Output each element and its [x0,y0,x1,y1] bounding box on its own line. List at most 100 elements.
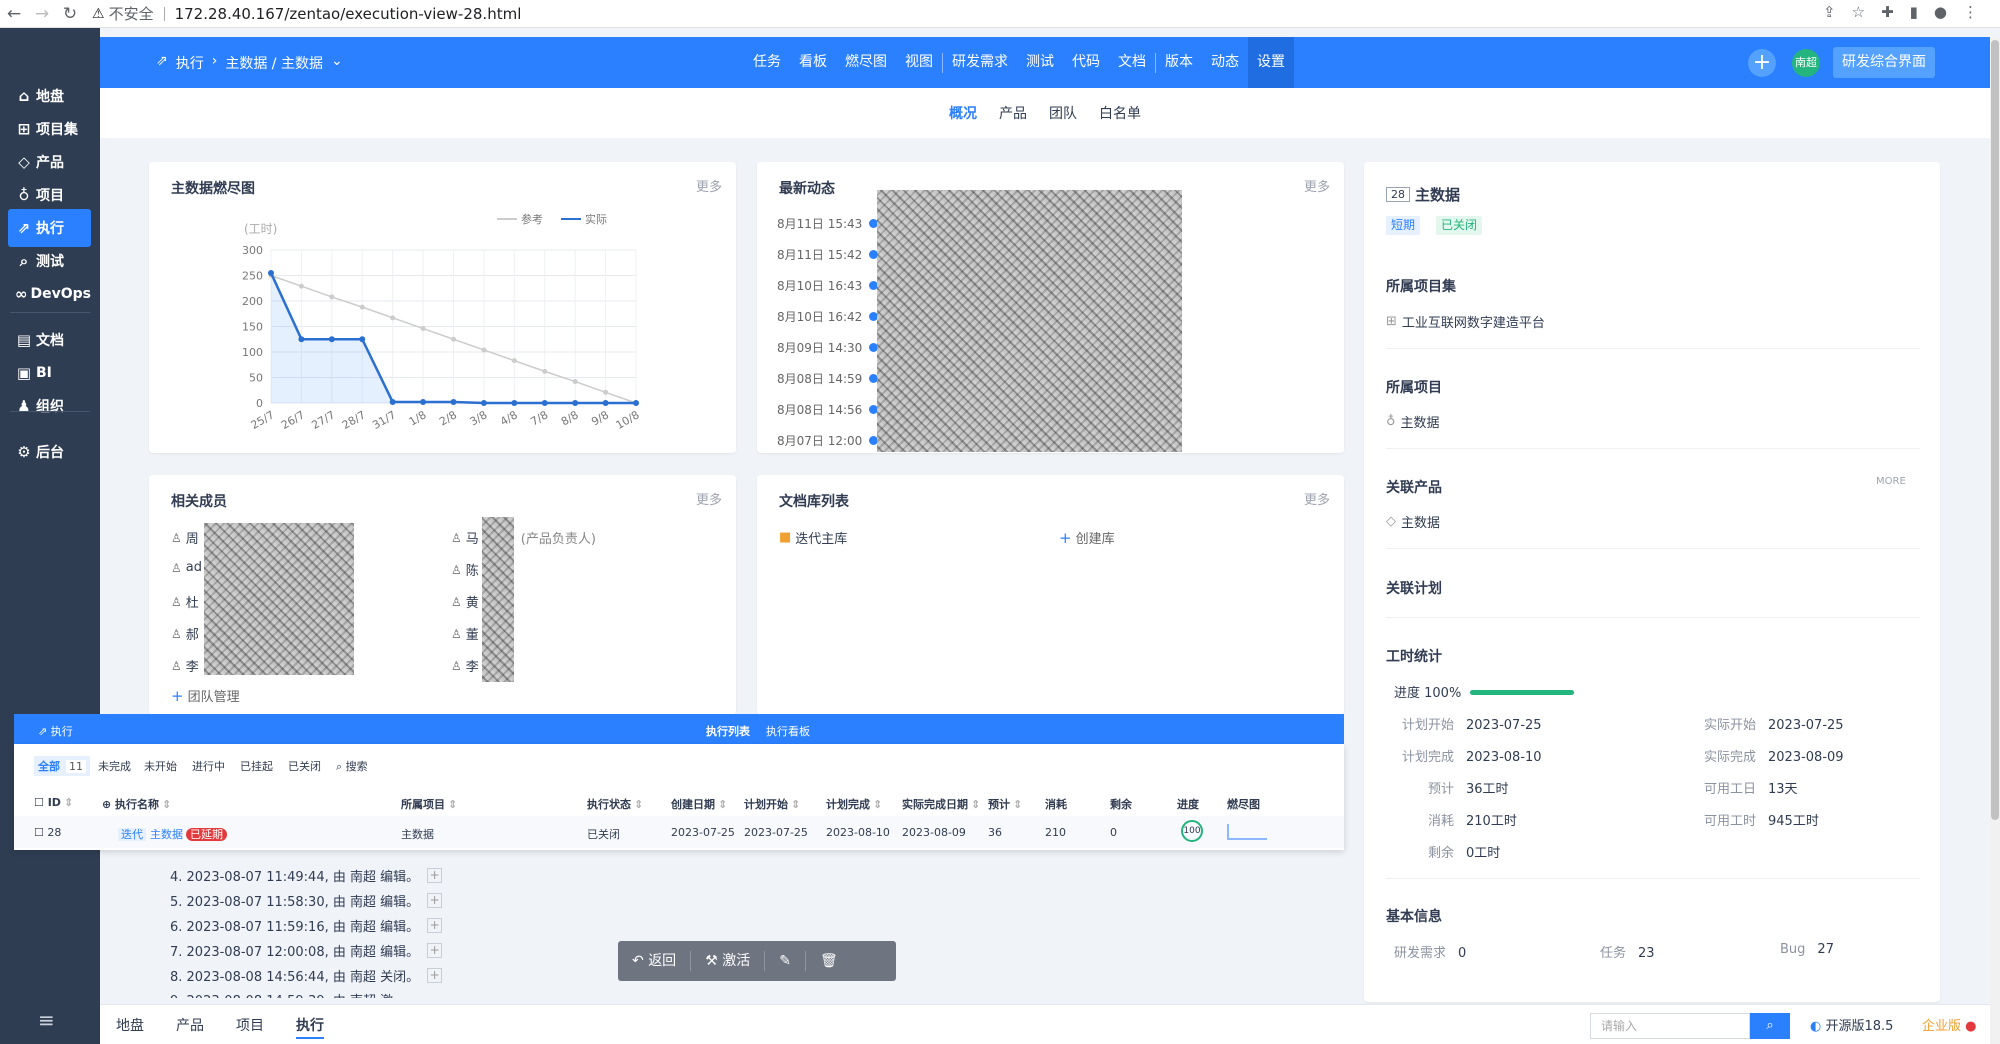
url-text[interactable]: 172.28.40.167/zentao/execution-view-28.h… [175,5,522,23]
expand-icon[interactable]: + [427,868,443,883]
sidebar-item-9[interactable]: ♟ 组织 [8,387,91,425]
event-item[interactable]: 8月10日 16:42 [777,308,878,325]
breadcrumb-current[interactable]: 主数据 / 主数据 [225,53,323,73]
back-button[interactable]: ↶ 返回 [618,941,690,981]
member-item[interactable]: ♙ 李 [171,656,199,676]
event-item[interactable]: 8月07日 12:00 [777,432,878,449]
nav-7[interactable]: 文档 [1109,37,1155,88]
cell-name[interactable]: 迭代 主数据 已延期 [118,826,227,842]
column-header[interactable]: 实际完成日期 ⇕ [902,796,980,812]
nav-6[interactable]: 代码 [1063,37,1109,88]
event-item[interactable]: 8月08日 14:59 [777,370,878,387]
column-header[interactable]: ☐ ID ⇕ [34,796,73,809]
execution-name-link[interactable]: 主数据 [150,828,183,841]
event-item[interactable]: 8月11日 15:43 [777,215,878,232]
expand-icon[interactable]: + [427,918,443,933]
tab-execution-list[interactable]: 执行列表 [706,723,750,739]
bottom-tab-2[interactable]: 项目 [236,1015,264,1035]
sort-icon[interactable]: ⇕ [873,798,882,811]
expand-icon[interactable]: + [427,968,443,983]
sort-icon[interactable]: ⇕ [64,796,73,809]
nav-3[interactable]: 视图 [896,37,942,88]
event-item[interactable]: 8月09日 14:30 [777,339,878,356]
filter-tab-6[interactable]: ⌕ 搜索 [336,758,368,774]
sidepanel-icon[interactable]: ▮ [1910,3,1918,21]
address-bar[interactable]: ⚠ 不安全 172.28.40.167/zentao/execution-vie… [92,3,521,24]
column-header[interactable]: 预计 ⇕ [988,796,1022,812]
sidebar-item-10[interactable]: ⚙ 后台 [8,433,91,471]
sort-icon[interactable]: ⇕ [448,798,457,811]
doclib-item[interactable]: ■ 迭代主库 [779,528,847,547]
subnav-tab-1[interactable]: 产品 [999,103,1027,123]
nav-5[interactable]: 测试 [1017,37,1063,88]
member-item[interactable]: ♙ 杜 [171,592,199,612]
member-item[interactable]: ♙ ad [171,560,202,575]
sort-icon[interactable]: ⇕ [791,798,800,811]
create-lib-link[interactable]: + 创建库 [1059,528,1115,548]
program-link[interactable]: ⊞ 工业互联网数字建造平台 [1386,312,1545,331]
sort-icon[interactable]: ⇕ [1013,798,1022,811]
team-manage-link[interactable]: + 团队管理 [171,686,240,706]
nav-0[interactable]: 任务 [744,37,790,88]
profile-icon[interactable]: ● [1934,3,1947,21]
member-item[interactable]: ♙ 马 (产品负责人) [451,528,596,548]
menu-dots-icon[interactable]: ⋮ [1963,3,1978,21]
avatar[interactable]: 南超 [1792,49,1820,77]
sort-icon[interactable]: ⇕ [162,798,171,811]
forward-icon[interactable]: → [28,4,56,24]
sidebar-item-6[interactable]: ∞ DevOps [8,275,91,313]
column-header[interactable]: 计划开始 ⇕ [744,796,800,812]
interface-switch-button[interactable]: 研发综合界面 [1833,47,1935,78]
member-item[interactable]: ♙ 郝 [171,624,199,644]
share-icon[interactable]: ⇪ [1823,3,1836,21]
subnav-tab-0[interactable]: 概况 [949,103,977,123]
column-header[interactable]: 所属项目 ⇕ [401,796,457,812]
filter-tab-0[interactable]: 全部 11 [34,756,90,776]
event-item[interactable]: 8月11日 15:42 [777,246,878,263]
filter-tab-4[interactable]: 已挂起 [240,758,273,774]
member-item[interactable]: ♙ 周 [171,528,199,548]
checkbox[interactable]: ☐ [34,796,48,809]
search-input[interactable]: 请输入 [1590,1013,1750,1039]
activate-button[interactable]: ⚒ 激活 [691,941,764,981]
column-header[interactable]: 执行状态 ⇕ [587,796,643,812]
expand-icon[interactable]: + [427,893,443,908]
filter-tab-2[interactable]: 未开始 [144,758,177,774]
reload-icon[interactable]: ↻ [56,4,84,24]
column-header[interactable]: 进度 [1177,796,1199,812]
back-icon[interactable]: ← [0,4,28,24]
tab-execution-board[interactable]: 执行看板 [766,723,810,739]
delete-icon[interactable]: 🗑 [806,941,852,981]
bottom-tab-0[interactable]: 地盘 [116,1015,144,1035]
subnav-tab-2[interactable]: 团队 [1049,103,1077,123]
member-item[interactable]: ♙ 董 [451,624,479,644]
filter-tab-3[interactable]: 进行中 [192,758,225,774]
subnav-tab-3[interactable]: 白名单 [1099,103,1141,123]
more-link[interactable]: 更多 [1304,176,1330,195]
more-link[interactable]: 更多 [1304,489,1330,508]
bottom-tab-1[interactable]: 产品 [176,1015,204,1035]
sort-icon[interactable]: ⇕ [971,798,980,811]
expand-all-icon[interactable]: ⊕ [102,798,115,811]
sort-icon[interactable]: ⇕ [718,798,727,811]
event-item[interactable]: 8月10日 16:43 [777,277,878,294]
nav-1[interactable]: 看板 [790,37,836,88]
bottom-tab-3[interactable]: 执行 [296,1015,324,1039]
collapse-menu-icon[interactable]: ≡ [38,1008,55,1032]
nav-10[interactable]: 设置 [1248,37,1294,88]
search-icon[interactable]: ⌕ [1750,1013,1790,1039]
member-item[interactable]: ♙ 陈 [451,560,479,580]
expand-icon[interactable]: + [427,943,443,958]
extensions-icon[interactable]: ✚ [1881,3,1894,21]
nav-4[interactable]: 研发需求 [943,37,1017,88]
filter-tab-1[interactable]: 未完成 [98,758,131,774]
member-item[interactable]: ♙ 李 [451,656,479,676]
scrollbar-thumb[interactable] [1991,40,1999,820]
breadcrumb-root[interactable]: 执行 [176,53,204,73]
chevron-down-icon[interactable]: ⌄ [331,53,343,73]
filter-tab-5[interactable]: 已关闭 [288,758,321,774]
column-header[interactable]: 剩余 [1110,796,1132,812]
member-item[interactable]: ♙ 黄 [451,592,479,612]
row-checkbox[interactable]: ☐ 28 [34,826,61,839]
nav-9[interactable]: 动态 [1202,37,1248,88]
